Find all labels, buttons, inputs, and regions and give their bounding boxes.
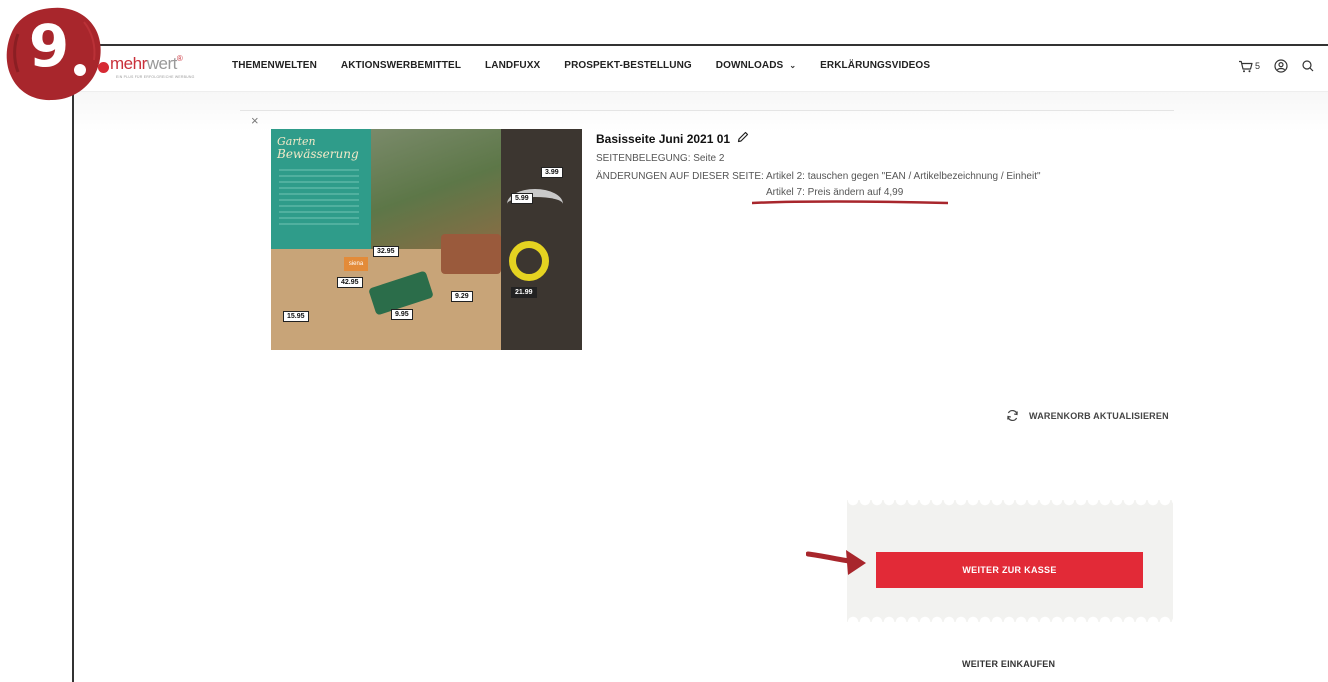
remove-item-close-icon[interactable]: ×: [251, 113, 259, 128]
nav-aktionswerbemittel[interactable]: AKTIONSWERBEMITTEL: [341, 60, 461, 71]
price-tag: 9.29: [451, 291, 473, 302]
content-gradient: [74, 92, 1328, 132]
user-icon: [1274, 59, 1288, 73]
nav-prospekt-bestellung[interactable]: PROSPEKT-BESTELLUNG: [564, 60, 691, 71]
price-tag: 3.99: [541, 167, 563, 178]
cart-item-title: Basisseite Juni 2021 01: [596, 131, 749, 146]
nav-landfuxx[interactable]: LANDFUXX: [485, 60, 540, 71]
thumb-text-lines: [279, 169, 359, 229]
refresh-icon: [1007, 409, 1018, 422]
thumb-yellow-hose: [509, 241, 549, 281]
cart-button[interactable]: 5: [1238, 60, 1260, 73]
thumb-dark-panel: [501, 129, 582, 350]
logo-text: mehrwert®: [110, 54, 183, 74]
edit-pencil-icon[interactable]: [737, 131, 749, 146]
product-thumbnail[interactable]: Garten Bewässerung siena 3.99 5.99 32.95…: [271, 129, 582, 350]
nav-downloads-label: DOWNLOADS: [715, 60, 784, 71]
thumb-title-line2: Bewässerung: [277, 147, 359, 161]
cart-separator: [240, 110, 1174, 111]
nav-themenwelten[interactable]: THEMENWELTEN: [232, 60, 317, 71]
cart-count: 5: [1254, 61, 1260, 71]
header-icons: 5: [1238, 59, 1314, 73]
cart-icon: [1238, 60, 1253, 72]
aenderungen-text-2: Artikel 7: Preis ändern auf 4,99: [766, 187, 904, 198]
thumb-teal-panel: Garten Bewässerung: [271, 129, 371, 249]
refresh-cart-button[interactable]: WARENKORB AKTUALISIEREN: [1006, 409, 1169, 422]
step-badge: 9: [4, 4, 104, 104]
scallop-top: [847, 500, 1173, 508]
logo-tagline: EIN PLUS FÜR ERFOLGREICHE WERBUNG: [116, 75, 195, 79]
price-tag: 42.95: [337, 277, 363, 288]
thumb-brand-spot: siena: [344, 257, 368, 271]
seitenbelegung-text: SEITENBELEGUNG: Seite 2: [596, 153, 725, 164]
frame-left-line: [72, 44, 74, 682]
continue-shopping-link[interactable]: WEITER EINKAUFEN: [962, 659, 1055, 669]
refresh-cart-label: WARENKORB AKTUALISIEREN: [1029, 410, 1169, 421]
search-icon: [1302, 60, 1314, 72]
thumb-brand-text: siena: [348, 261, 364, 267]
thumb-photo: [371, 129, 501, 249]
price-tag: 32.95: [373, 246, 399, 257]
price-tag: 21.99: [511, 287, 537, 298]
logo-name-bold: mehr: [110, 54, 147, 73]
highlight-underline: [752, 200, 948, 205]
checkout-button[interactable]: WEITER ZUR KASSE: [876, 552, 1143, 588]
nav-erklaerungsvideos[interactable]: ERKLÄRUNGSVIDEOS: [820, 60, 930, 71]
nav-downloads[interactable]: DOWNLOADS ⌄: [716, 60, 796, 71]
scallop-bottom: [847, 614, 1173, 622]
aenderungen-text: ÄNDERUNGEN AUF DIESER SEITE: Artikel 2: …: [596, 171, 1041, 182]
thumb-planter: [441, 234, 501, 274]
logo-name-thin: wert: [146, 54, 178, 73]
account-button[interactable]: [1274, 59, 1288, 73]
search-button[interactable]: [1302, 60, 1314, 72]
price-tag: 5.99: [511, 193, 533, 204]
price-tag: 15.95: [283, 311, 309, 322]
main-nav: THEMENWELTEN AKTIONSWERBEMITTEL LANDFUXX…: [232, 60, 954, 71]
cart-item-title-text: Basisseite Juni 2021 01: [596, 131, 731, 146]
arrow-pointer-icon: [806, 550, 866, 575]
price-tag: 9.95: [391, 309, 413, 320]
site-header: mehrwert® EIN PLUS FÜR ERFOLGREICHE WERB…: [74, 46, 1328, 92]
step-dot: [74, 64, 86, 76]
chevron-down-icon: ⌄: [789, 61, 797, 70]
logo-registered: ®: [176, 54, 183, 63]
